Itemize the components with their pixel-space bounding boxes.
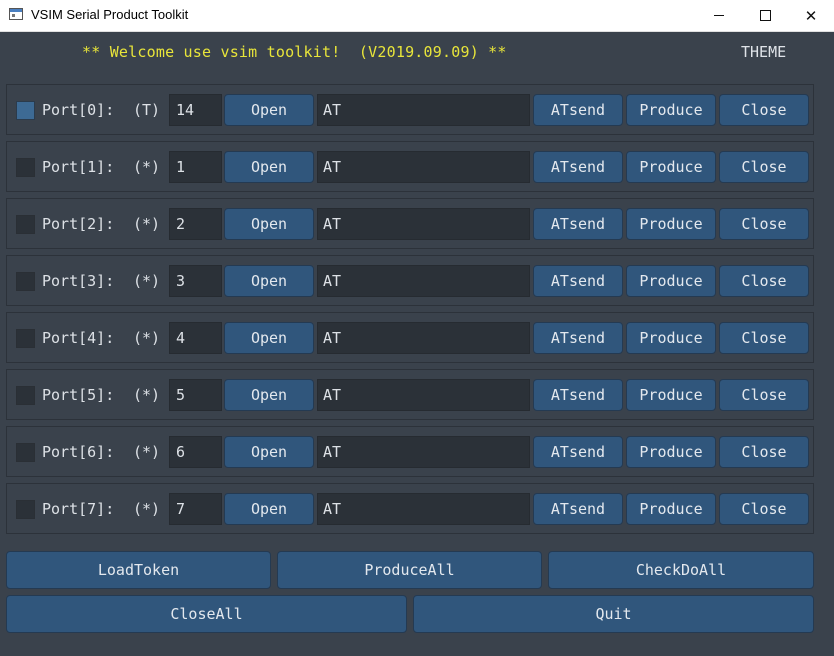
port-label: Port[6]: — [42, 443, 115, 461]
port-number-input[interactable]: 1 — [169, 151, 222, 183]
atsend-button[interactable]: ATsend — [533, 436, 623, 468]
app-icon — [9, 8, 23, 20]
port-label: Port[1]: — [42, 158, 115, 176]
port-label: Port[3]: — [42, 272, 115, 290]
port-checkbox[interactable] — [16, 329, 35, 348]
atsend-button[interactable]: ATsend — [533, 208, 623, 240]
port-number-input[interactable]: 5 — [169, 379, 222, 411]
port-flag: (*) — [133, 500, 161, 518]
open-button[interactable]: Open — [224, 493, 314, 525]
open-button[interactable]: Open — [224, 265, 314, 297]
produce-button[interactable]: Produce — [626, 151, 716, 183]
close-window-button[interactable]: ✕ — [788, 0, 834, 31]
port-checkbox[interactable] — [16, 272, 35, 291]
port-row: Port[5]: (*) 5 Open AT ATsend Produce Cl… — [6, 369, 814, 420]
at-command-input[interactable]: AT — [317, 379, 530, 411]
port-flag: (*) — [133, 443, 161, 461]
port-row: Port[6]: (*) 6 Open AT ATsend Produce Cl… — [6, 426, 814, 477]
port-label: Port[5]: — [42, 386, 115, 404]
port-number-input[interactable]: 6 — [169, 436, 222, 468]
theme-button[interactable]: THEME — [741, 43, 786, 61]
port-checkbox[interactable] — [16, 443, 35, 462]
open-button[interactable]: Open — [224, 379, 314, 411]
port-number-input[interactable]: 14 — [169, 94, 222, 126]
welcome-banner: ** Welcome use vsim toolkit! (V2019.09.0… — [82, 43, 507, 61]
load-token-button[interactable]: LoadToken — [6, 551, 271, 589]
port-flag: (*) — [133, 386, 161, 404]
produce-button[interactable]: Produce — [626, 322, 716, 354]
produce-all-button[interactable]: ProduceAll — [277, 551, 542, 589]
close-port-button[interactable]: Close — [719, 493, 809, 525]
port-row: Port[1]: (*) 1 Open AT ATsend Produce Cl… — [6, 141, 814, 192]
port-checkbox[interactable] — [16, 386, 35, 405]
atsend-button[interactable]: ATsend — [533, 379, 623, 411]
maximize-button[interactable] — [742, 0, 788, 31]
port-flag: (*) — [133, 329, 161, 347]
port-label: Port[0]: — [42, 101, 115, 119]
atsend-button[interactable]: ATsend — [533, 151, 623, 183]
port-row: Port[2]: (*) 2 Open AT ATsend Produce Cl… — [6, 198, 814, 249]
port-label: Port[2]: — [42, 215, 115, 233]
at-command-input[interactable]: AT — [317, 436, 530, 468]
atsend-button[interactable]: ATsend — [533, 322, 623, 354]
port-label: Port[7]: — [42, 500, 115, 518]
port-flag: (T) — [133, 101, 161, 119]
open-button[interactable]: Open — [224, 94, 314, 126]
port-number-input[interactable]: 4 — [169, 322, 222, 354]
atsend-button[interactable]: ATsend — [533, 493, 623, 525]
port-flag: (*) — [133, 272, 161, 290]
title-bar: VSIM Serial Product Toolkit ✕ — [0, 0, 834, 32]
produce-button[interactable]: Produce — [626, 379, 716, 411]
close-port-button[interactable]: Close — [719, 265, 809, 297]
quit-button[interactable]: Quit — [413, 595, 814, 633]
produce-button[interactable]: Produce — [626, 208, 716, 240]
port-checkbox[interactable] — [16, 101, 35, 120]
produce-button[interactable]: Produce — [626, 265, 716, 297]
close-port-button[interactable]: Close — [719, 94, 809, 126]
port-flag: (*) — [133, 158, 161, 176]
port-row: Port[3]: (*) 3 Open AT ATsend Produce Cl… — [6, 255, 814, 306]
close-port-button[interactable]: Close — [719, 322, 809, 354]
open-button[interactable]: Open — [224, 208, 314, 240]
open-button[interactable]: Open — [224, 436, 314, 468]
close-port-button[interactable]: Close — [719, 379, 809, 411]
minimize-icon — [714, 15, 724, 16]
at-command-input[interactable]: AT — [317, 208, 530, 240]
at-command-input[interactable]: AT — [317, 322, 530, 354]
at-command-input[interactable]: AT — [317, 265, 530, 297]
open-button[interactable]: Open — [224, 322, 314, 354]
port-row: Port[4]: (*) 4 Open AT ATsend Produce Cl… — [6, 312, 814, 363]
close-port-button[interactable]: Close — [719, 151, 809, 183]
produce-button[interactable]: Produce — [626, 493, 716, 525]
at-command-input[interactable]: AT — [317, 493, 530, 525]
port-number-input[interactable]: 7 — [169, 493, 222, 525]
produce-button[interactable]: Produce — [626, 436, 716, 468]
close-all-button[interactable]: CloseAll — [6, 595, 407, 633]
port-number-input[interactable]: 3 — [169, 265, 222, 297]
port-checkbox[interactable] — [16, 158, 35, 177]
produce-button[interactable]: Produce — [626, 94, 716, 126]
check-do-all-button[interactable]: CheckDoAll — [548, 551, 814, 589]
atsend-button[interactable]: ATsend — [533, 265, 623, 297]
atsend-button[interactable]: ATsend — [533, 94, 623, 126]
at-command-input[interactable]: AT — [317, 151, 530, 183]
port-flag: (*) — [133, 215, 161, 233]
port-row: Port[0]: (T) 14 Open AT ATsend Produce C… — [6, 84, 814, 135]
at-command-input[interactable]: AT — [317, 94, 530, 126]
close-port-button[interactable]: Close — [719, 208, 809, 240]
port-checkbox[interactable] — [16, 500, 35, 519]
port-row: Port[7]: (*) 7 Open AT ATsend Produce Cl… — [6, 483, 814, 534]
minimize-button[interactable] — [696, 0, 742, 31]
open-button[interactable]: Open — [224, 151, 314, 183]
close-icon: ✕ — [804, 7, 818, 25]
port-checkbox[interactable] — [16, 215, 35, 234]
port-number-input[interactable]: 2 — [169, 208, 222, 240]
window-title: VSIM Serial Product Toolkit — [31, 7, 189, 22]
port-label: Port[4]: — [42, 329, 115, 347]
maximize-icon — [759, 10, 771, 21]
close-port-button[interactable]: Close — [719, 436, 809, 468]
